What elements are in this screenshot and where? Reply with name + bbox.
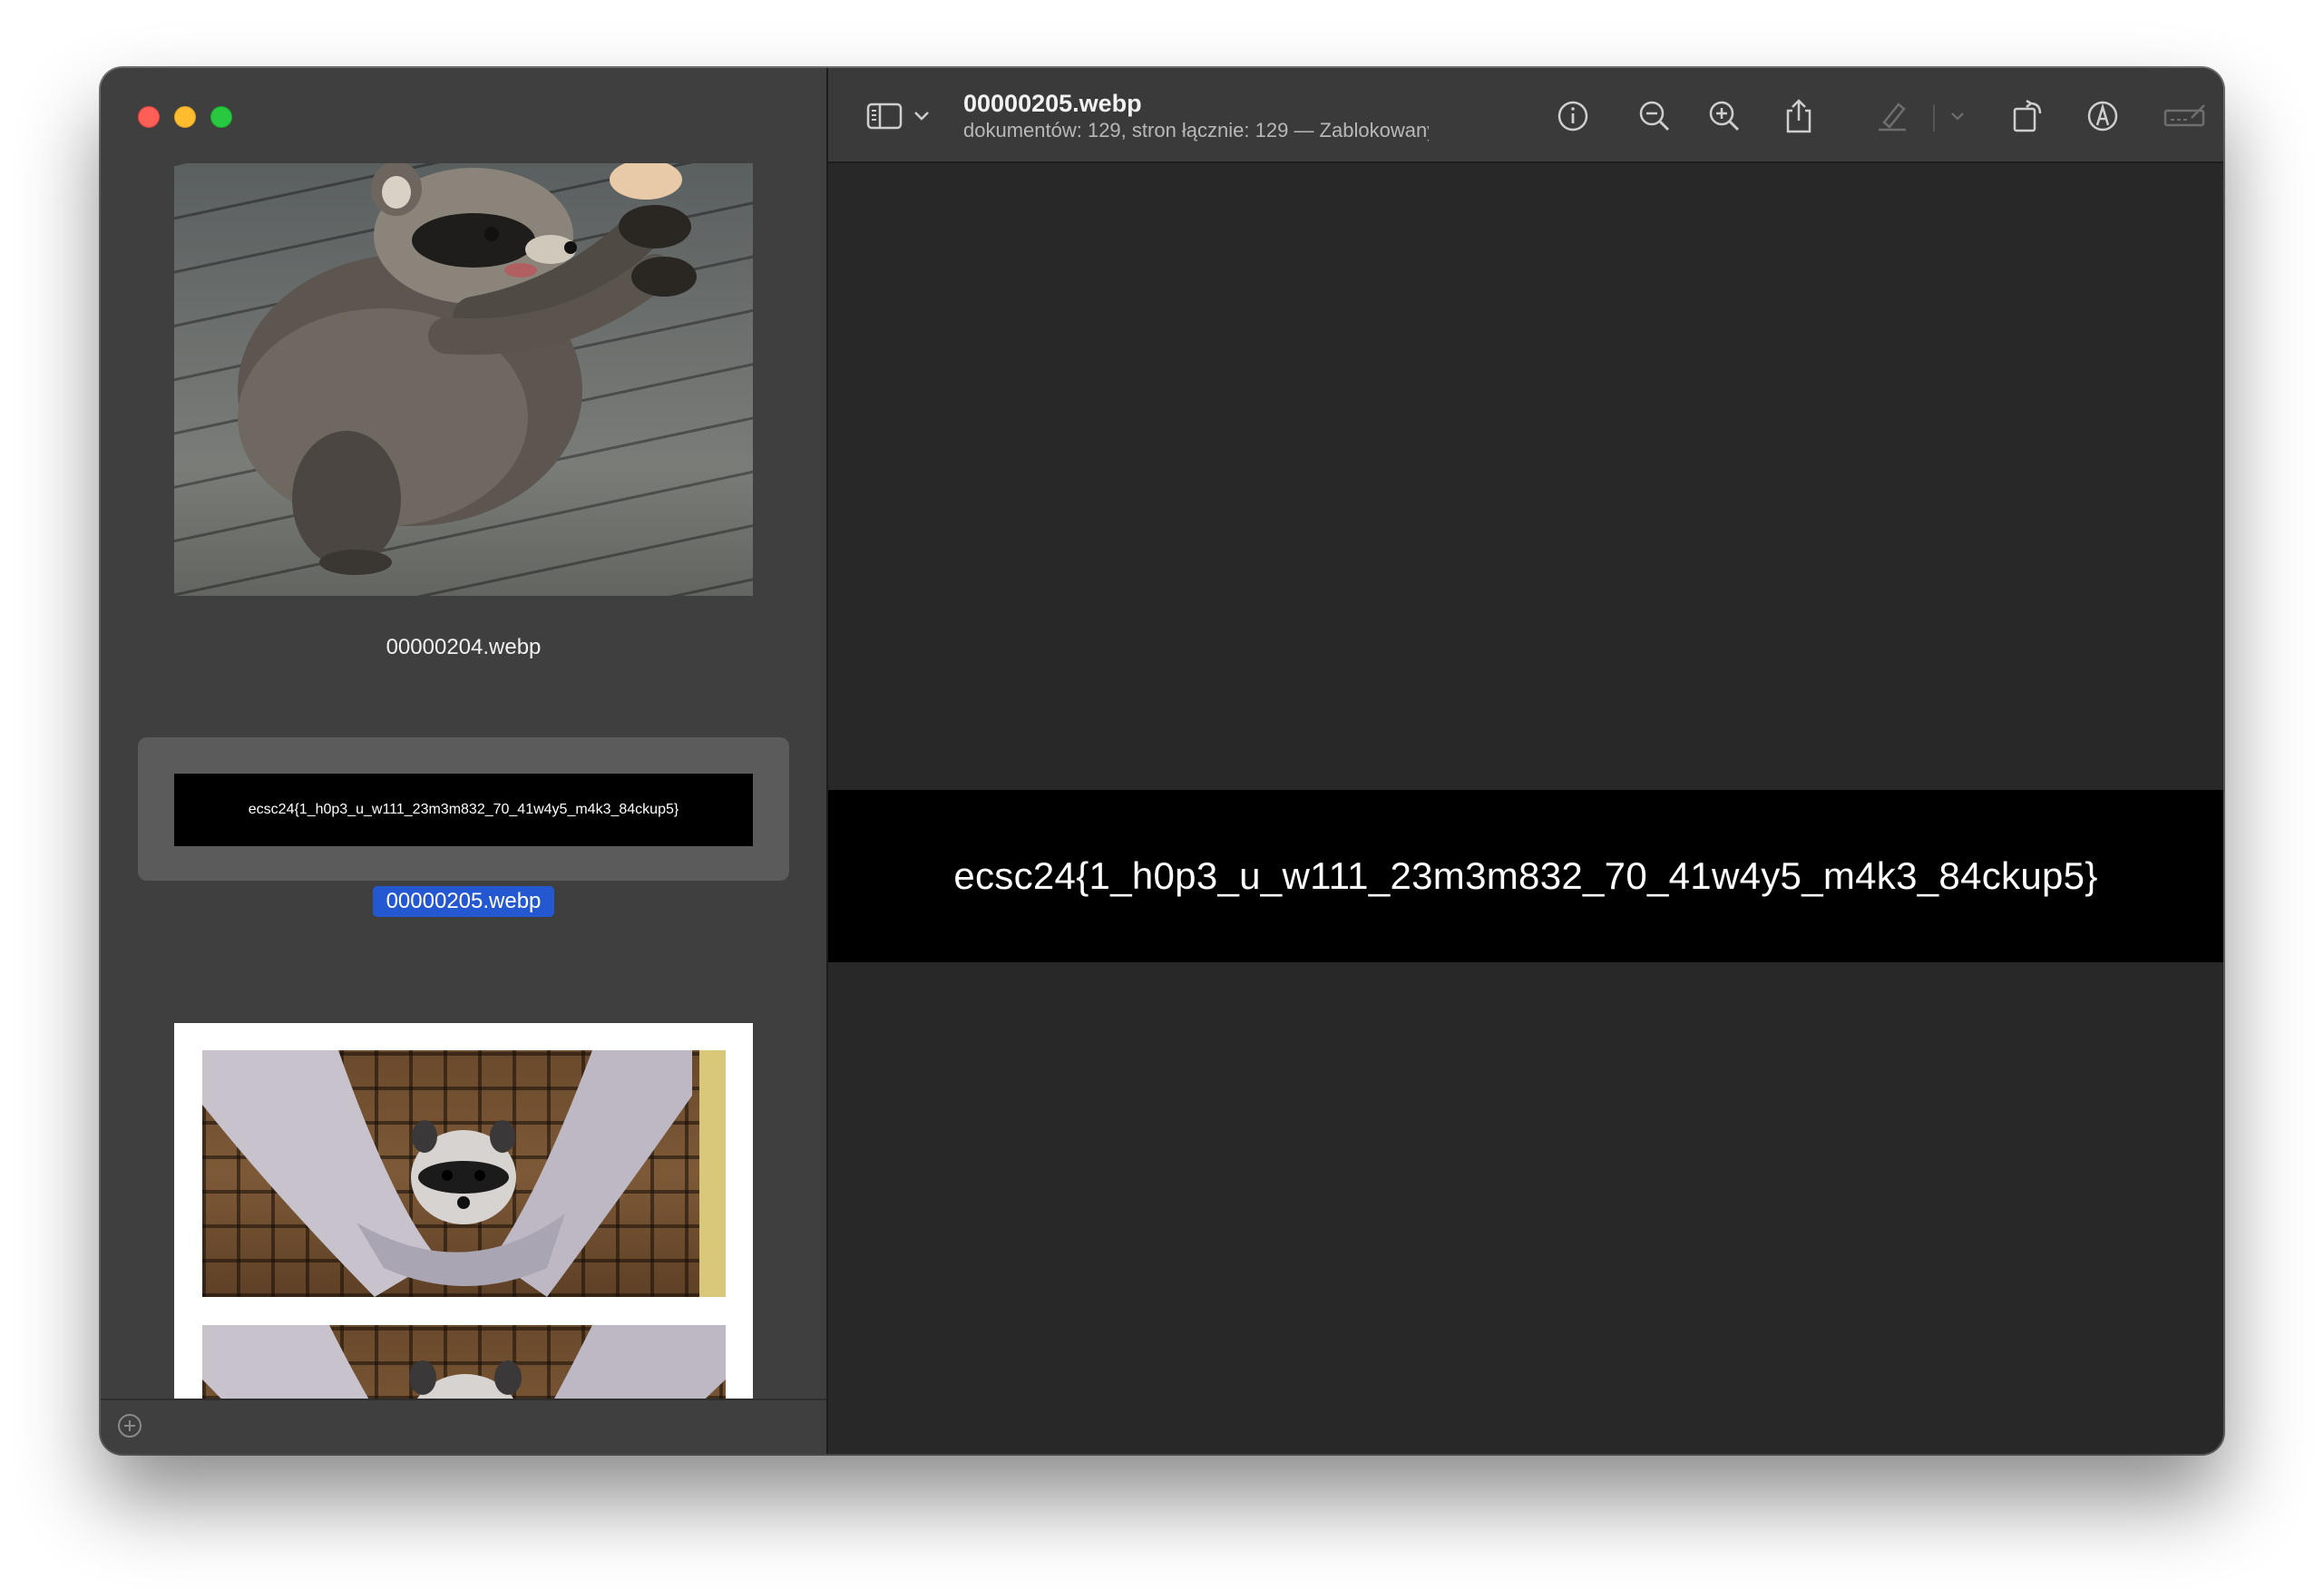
- thumbnail-flag-text: ecsc24{1_h0p3_u_w111_23m3m832_70_41w4y5_…: [248, 802, 679, 817]
- zoom-out-button[interactable]: [1634, 95, 1675, 137]
- rotate-button[interactable]: [2007, 95, 2049, 137]
- toolbar-separator: [1933, 104, 1935, 132]
- sidebar-options-button[interactable]: [908, 95, 935, 137]
- share-button[interactable]: [1778, 95, 1820, 137]
- thumbnail-list[interactable]: 00000204.webp ecsc24{1_h0p3_u_w111_23m3m…: [101, 163, 826, 1399]
- info-button[interactable]: [1552, 95, 1594, 137]
- displayed-image-text: ecsc24{1_h0p3_u_w111_23m3m832_70_41w4y5_…: [953, 854, 2098, 897]
- displayed-image: ecsc24{1_h0p3_u_w111_23m3m832_70_41w4y5_…: [828, 790, 2223, 962]
- info-icon: [1557, 101, 1588, 132]
- highlight-options-button[interactable]: [1944, 95, 1971, 137]
- hammock-photo-top: [202, 1050, 726, 1297]
- thumbnail-image-raccoon[interactable]: [174, 163, 753, 596]
- zoom-in-button[interactable]: [1704, 95, 1745, 137]
- sidebar-titlebar: [101, 68, 826, 163]
- hammock-photo-bottom: [202, 1325, 726, 1399]
- form-fill-button[interactable]: [2160, 95, 2211, 137]
- markup-icon: [2087, 101, 2118, 132]
- toolbar: 00000205.webp dokumentów: 129, stron łąc…: [828, 68, 2223, 163]
- sidebar-icon: [866, 102, 903, 130]
- zoom-button[interactable]: [210, 106, 232, 128]
- highlight-button[interactable]: [1871, 95, 1913, 137]
- thumbnail-image-hammock[interactable]: [174, 1023, 753, 1399]
- close-button[interactable]: [138, 106, 160, 128]
- document-title: 00000205.webp: [963, 90, 1142, 117]
- thumbnail-image-flag[interactable]: ecsc24{1_h0p3_u_w111_23m3m832_70_41w4y5_…: [174, 774, 753, 846]
- preview-window: 00000204.webp ecsc24{1_h0p3_u_w111_23m3m…: [101, 68, 2223, 1454]
- add-page-button[interactable]: [118, 1414, 142, 1438]
- chevron-down-icon: [914, 112, 929, 121]
- minimize-button[interactable]: [174, 106, 196, 128]
- document-subtitle: dokumentów: 129, stron łącznie: 129 — Za…: [963, 119, 1429, 141]
- chevron-down-icon: [1951, 112, 1964, 121]
- zoom-in-icon: [1709, 101, 1740, 132]
- thumbnail-sidebar: 00000204.webp ecsc24{1_h0p3_u_w111_23m3m…: [101, 68, 828, 1454]
- thumbnail-label-selected[interactable]: 00000205.webp: [373, 886, 554, 917]
- rotate-icon: [2013, 99, 2042, 132]
- form-fill-icon: [2163, 104, 2205, 127]
- markup-button[interactable]: [2082, 95, 2124, 137]
- sidebar-footer: [101, 1399, 826, 1454]
- thumbnail-label[interactable]: 00000204.webp: [101, 635, 826, 660]
- highlight-icon: [1879, 102, 1906, 132]
- share-icon: [1786, 99, 1811, 133]
- zoom-out-icon: [1639, 101, 1670, 132]
- plus-icon: [124, 1420, 135, 1431]
- document-view[interactable]: ecsc24{1_h0p3_u_w111_23m3m832_70_41w4y5_…: [828, 165, 2223, 1454]
- sidebar-toggle-button[interactable]: [864, 95, 906, 137]
